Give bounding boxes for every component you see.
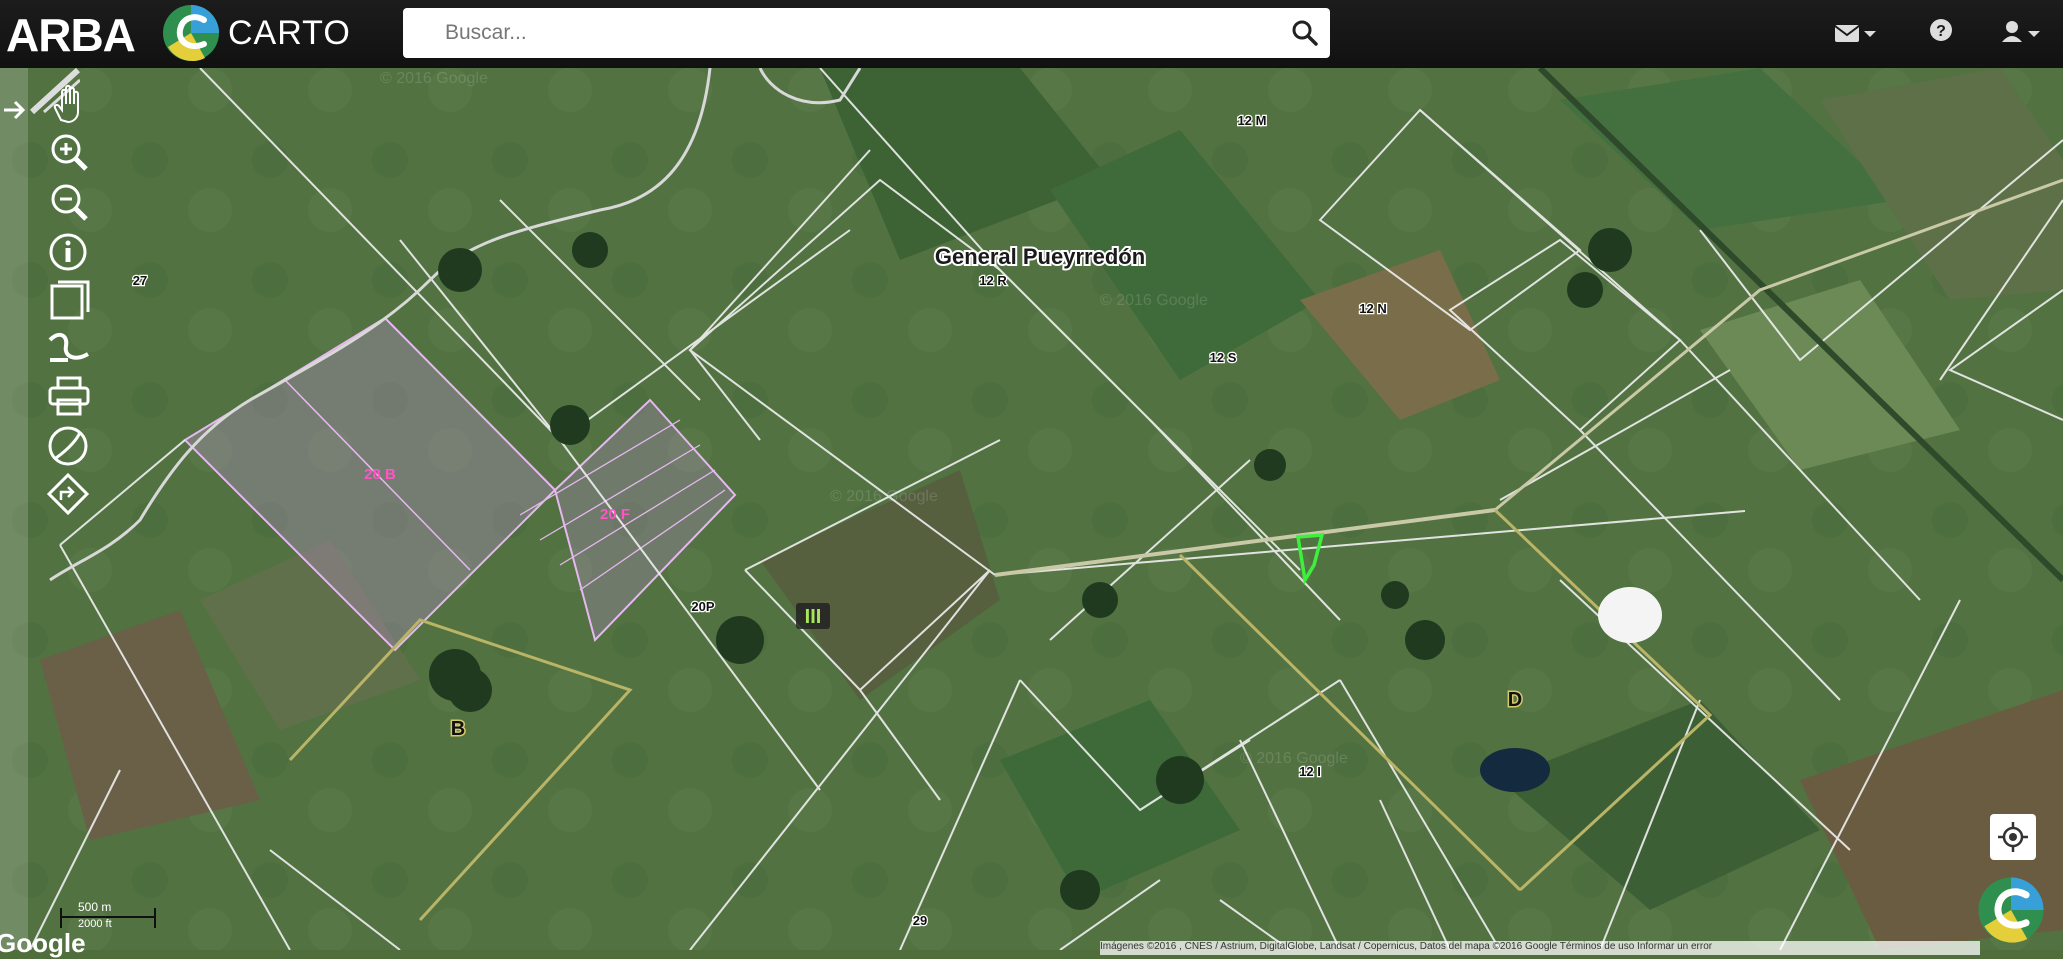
google-logo: Google — [0, 928, 86, 958]
map-attribution[interactable]: Imágenes ©2016 , CNES / Astrium, Digital… — [1100, 941, 1980, 955]
help-icon[interactable]: ? — [1926, 16, 1956, 50]
side-panel-strip — [0, 68, 28, 950]
pond — [1480, 748, 1550, 792]
user-icon[interactable] — [2000, 16, 2044, 50]
print-icon[interactable] — [44, 374, 96, 418]
zoom-in-icon[interactable] — [44, 130, 96, 174]
parcel-label-20p: 20P — [691, 599, 714, 614]
watermark: © 2016 Google — [1240, 750, 1348, 767]
search-icon[interactable] — [1290, 18, 1320, 48]
directions-icon[interactable] — [44, 472, 96, 516]
globe-icon[interactable] — [44, 424, 96, 468]
map-canvas[interactable]: General Pueyrredón 27 12 M 12 R 12 N 12 … — [0, 68, 2063, 950]
scale-metric-label: 500 m — [78, 900, 112, 914]
parcel-label-29: 29 — [913, 913, 927, 928]
parcel-label-12n: 12 N — [1359, 301, 1386, 316]
cloud — [1598, 587, 1662, 643]
svg-text:?: ? — [1936, 23, 1946, 40]
carto-corner-logo-icon — [1978, 877, 2044, 943]
crosshair-icon — [1998, 822, 2028, 852]
info-icon[interactable] — [44, 230, 96, 274]
arba-logo[interactable]: ARBA — [6, 8, 136, 62]
city-label: General Pueyrredón — [935, 244, 1145, 269]
watermark: © 2016 Google — [1100, 292, 1208, 309]
zone-label-b: B — [451, 718, 465, 740]
parcel-label-12s: 12 S — [1210, 350, 1237, 365]
search-bar — [403, 8, 1330, 58]
watermark: © 2016 Google — [830, 488, 938, 505]
expand-arrow-icon[interactable] — [0, 90, 28, 130]
search-input[interactable] — [443, 14, 1267, 52]
carto-logo-icon[interactable] — [160, 2, 222, 64]
parcel-label-27: 27 — [133, 273, 147, 288]
top-navbar: ARBA CARTO ? — [0, 0, 2063, 68]
parcel-label-20f: 20 F — [600, 506, 630, 523]
pan-hand-icon[interactable] — [44, 82, 96, 126]
envelope-icon[interactable] — [1832, 16, 1880, 50]
layers-icon[interactable] — [44, 278, 96, 322]
parcel-label-12m: 12 M — [1238, 113, 1267, 128]
geolocate-button[interactable] — [1990, 814, 2036, 860]
parcel-label-12r: 12 R — [979, 273, 1007, 288]
watermark: © 2016 Google — [380, 70, 488, 87]
parcel-label-28b: 28 B — [364, 466, 396, 483]
circuit-label: III — [805, 606, 822, 628]
satellite-map[interactable]: General Pueyrredón 27 12 M 12 R 12 N 12 … — [0, 68, 2063, 950]
zone-label-d: D — [1508, 689, 1522, 711]
carto-logo-text: CARTO — [228, 14, 351, 52]
measure-icon[interactable] — [44, 326, 96, 370]
zoom-out-icon[interactable] — [44, 180, 96, 224]
